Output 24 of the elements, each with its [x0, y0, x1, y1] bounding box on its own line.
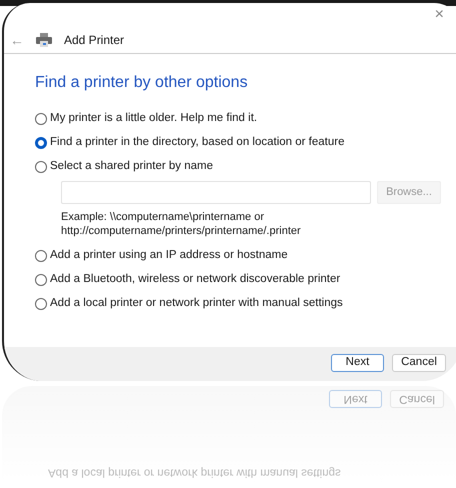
option-label[interactable]: My printer is a little older. Help me find it. [50, 110, 258, 128]
example-text: http://computername/printers/printername/.printer [61, 224, 301, 238]
mirror-image: Cancel [390, 390, 444, 408]
option-label[interactable]: Find a printer in the directory, based on location or feature [50, 134, 344, 152]
radio-button[interactable] [35, 250, 47, 262]
printer-icon [36, 33, 52, 47]
radio-button[interactable] [35, 113, 47, 125]
page-heading: Find a printer by other options [35, 73, 249, 93]
option-label[interactable]: Select a shared printer by name [50, 158, 214, 176]
option-label[interactable]: Add a printer using an IP address or hostname [50, 247, 288, 265]
radio-button[interactable] [35, 274, 47, 286]
radio-button[interactable] [35, 161, 47, 173]
example-text: Example: \\computername\printername or [61, 210, 264, 224]
default-button[interactable]: Next [331, 354, 384, 372]
printer-name-field[interactable] [61, 181, 371, 204]
dialog-button[interactable]: Cancel [392, 354, 446, 372]
close-button[interactable]: × [434, 7, 444, 23]
option-label[interactable]: Add a Bluetooth, wireless or network discoverable printer [50, 271, 340, 289]
reflected-option: Add a local printer or network printer with manual settings [48, 463, 341, 480]
option-label[interactable]: Add a local printer or network printer with manual settings [50, 295, 343, 313]
window-title: Add Printer [64, 32, 124, 49]
radio-button[interactable] [35, 298, 47, 310]
mirror-image: Next [329, 390, 382, 408]
radio-button[interactable] [35, 137, 47, 149]
